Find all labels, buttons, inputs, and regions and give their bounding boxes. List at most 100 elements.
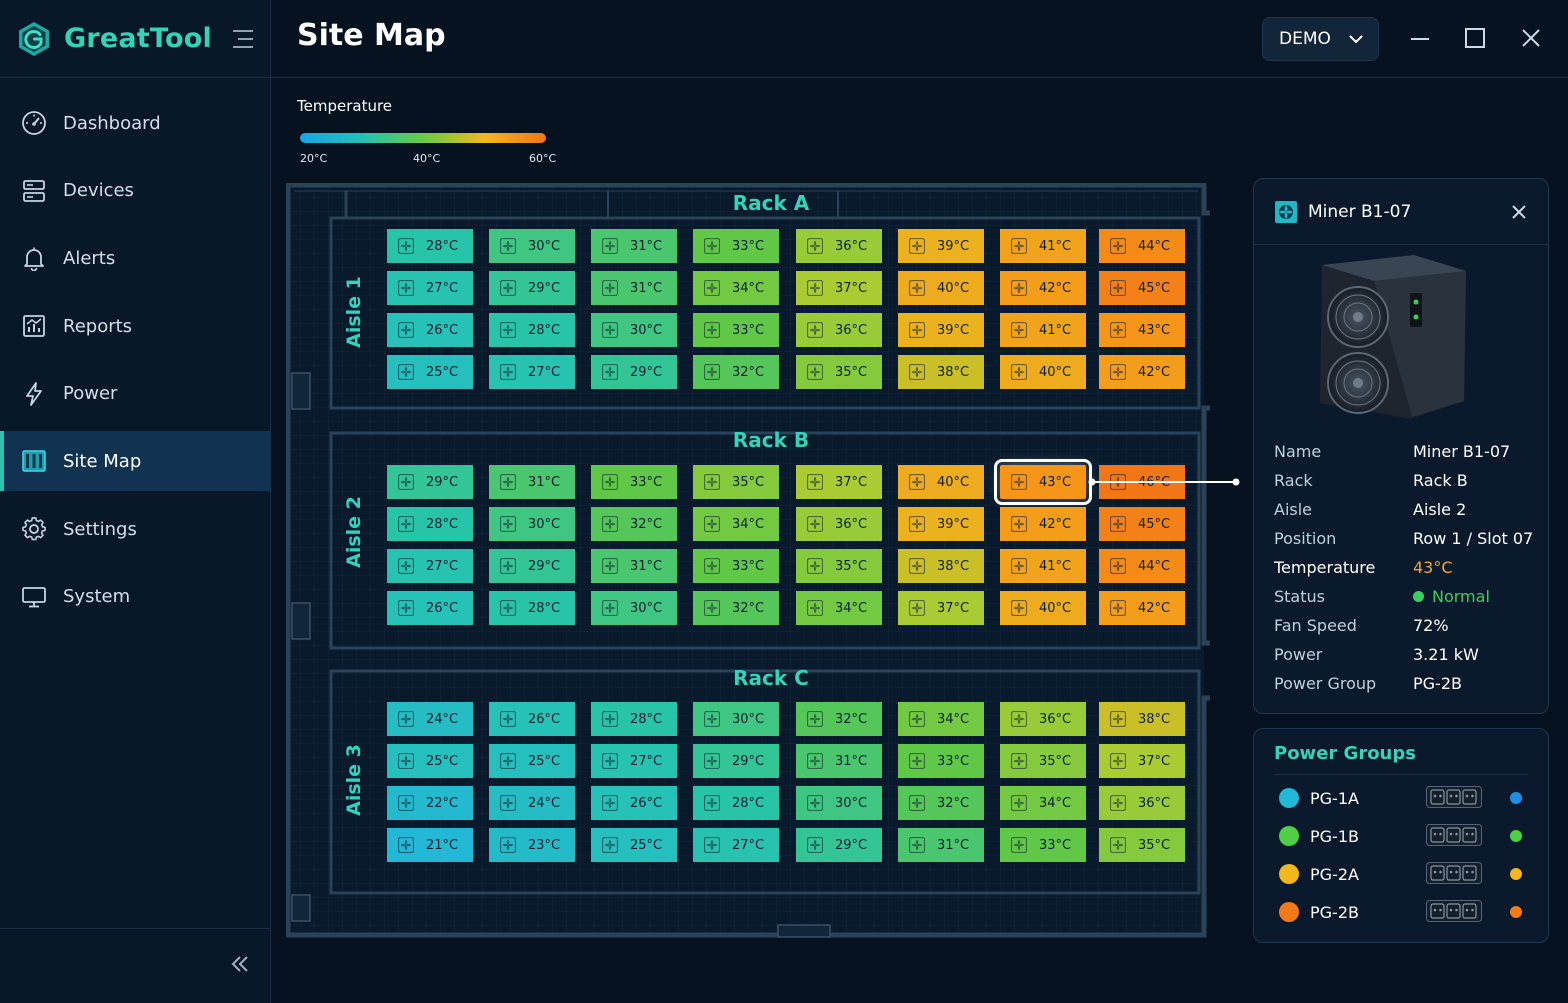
power-group-row[interactable]: PG-2B (1279, 900, 1529, 924)
status-dot-icon (1510, 906, 1522, 918)
power-group-name: PG-1B (1310, 826, 1359, 846)
nav-label: Site Map (63, 450, 142, 472)
detail-row: Temperature 43°C (1274, 558, 1538, 577)
power-strip-icon (1426, 786, 1482, 808)
nav-label: Alerts (63, 247, 116, 269)
group-color-dot (1279, 864, 1299, 884)
detail-row: Power Group PG-2B (1274, 674, 1538, 693)
group-color-dot (1279, 826, 1299, 846)
power-group-row[interactable]: PG-2A (1279, 862, 1529, 886)
page-title: Site Map (297, 18, 446, 53)
panel-title: Miner B1-07 (1308, 201, 1412, 222)
brand-name: GreatTool (64, 23, 212, 54)
nav-label: Devices (63, 180, 134, 202)
detail-value: 72% (1413, 616, 1449, 635)
detail-value: 43°C (1413, 558, 1453, 577)
nav-label: Reports (63, 315, 133, 337)
group-color-dot (1279, 788, 1299, 808)
status-dot-icon (1510, 792, 1522, 804)
detail-key: Rack (1274, 471, 1313, 490)
minimize-icon[interactable] (1408, 26, 1432, 50)
status-dot-icon (1510, 830, 1522, 842)
detail-key: Power Group (1274, 674, 1377, 693)
miner-image (1320, 255, 1466, 419)
close-panel-icon[interactable] (1510, 203, 1528, 221)
nav-item-dashboard[interactable]: Dashboard (0, 93, 271, 153)
legend-tick: 60°C (529, 152, 557, 165)
group-color-dot (1279, 902, 1299, 922)
chart-icon (20, 312, 48, 340)
bell-icon (20, 244, 48, 272)
detail-value: Aisle 2 (1413, 500, 1467, 519)
detail-key: Temperature (1274, 558, 1376, 577)
status-dot-icon (1413, 591, 1424, 602)
detail-key: Power (1274, 645, 1323, 664)
detail-value: Miner B1-07 (1413, 442, 1511, 461)
power-strip-icon (1426, 824, 1482, 846)
nav-label: Power (63, 383, 118, 405)
nav-item-devices[interactable]: Devices (0, 161, 271, 221)
nav-label: Dashboard (63, 112, 161, 134)
detail-key: Fan Speed (1274, 616, 1357, 635)
top-bar: Site Map DEMO (271, 0, 1568, 78)
legend-tick: 20°C (300, 152, 328, 165)
detail-key: Aisle (1274, 500, 1313, 519)
power-group-name: PG-2B (1310, 902, 1359, 922)
detail-row: Aisle Aisle 2 (1274, 500, 1538, 519)
miner-icon (1275, 200, 1297, 223)
power-group-row[interactable]: PG-1B (1279, 824, 1529, 848)
chevron-down-icon (1349, 35, 1363, 44)
detail-row: Rack Rack B (1274, 471, 1538, 490)
legend-title: Temperature (297, 97, 393, 115)
nav-item-settings[interactable]: Settings (0, 499, 271, 559)
power-groups-title: Power Groups (1274, 743, 1416, 764)
detail-value: Row 1 / Slot 07 (1413, 529, 1534, 548)
greattool-logo-icon (19, 21, 49, 56)
detail-value: PG-2B (1413, 674, 1462, 693)
detail-row: Fan Speed 72% (1274, 616, 1538, 635)
nav-item-site-map[interactable]: Site Map (0, 431, 271, 492)
power-group-name: PG-2A (1310, 864, 1359, 884)
miner-detail-panel: Miner B1-07 Name Miner B1-07 Rack Rack B Ais… (1253, 178, 1549, 714)
close-icon[interactable] (1519, 26, 1543, 50)
power-group-name: PG-1A (1310, 788, 1359, 808)
nav-item-power[interactable]: Power (0, 364, 271, 424)
panel-header: Miner B1-07 (1254, 179, 1548, 245)
divider (1274, 774, 1528, 775)
nav-item-reports[interactable]: Reports (0, 296, 271, 356)
detail-row: Power 3.21 kW (1274, 645, 1538, 664)
detail-key: Position (1274, 529, 1337, 548)
detail-key: Status (1274, 587, 1325, 606)
power-group-row[interactable]: PG-1A (1279, 786, 1529, 810)
power-strip-icon (1426, 862, 1482, 884)
site-floor-plan: Rack A Aisle 1 28°C 30°C 31°C 33°C 36°C 39°C 41°… (286, 183, 1240, 939)
detail-row: Name Miner B1-07 (1274, 442, 1538, 461)
nav-item-alerts[interactable]: Alerts (0, 228, 271, 288)
map-icon (20, 447, 48, 475)
sidebar-footer (0, 928, 271, 1003)
nav-label: System (63, 586, 131, 608)
detail-value: Rack B (1413, 471, 1468, 490)
brand: GreatTool (0, 0, 270, 78)
temperature-gradient (300, 133, 546, 143)
menu-toggle-icon[interactable] (231, 28, 255, 50)
nav-menu: Dashboard Devices Alerts Reports Power S… (0, 93, 271, 635)
server-icon (20, 177, 48, 205)
detail-row: Position Row 1 / Slot 07 (1274, 529, 1538, 548)
sidebar: GreatTool Dashboard Devices Alerts Repor… (0, 0, 271, 1003)
nav-label: Settings (63, 518, 137, 540)
status-dot-icon (1510, 868, 1522, 880)
monitor-icon (20, 583, 48, 611)
detail-key: Name (1274, 442, 1322, 461)
site-select[interactable]: DEMO (1262, 17, 1379, 61)
detail-value: Normal (1413, 587, 1490, 606)
bolt-icon (20, 380, 48, 408)
site-select-value: DEMO (1279, 29, 1331, 49)
collapse-sidebar-icon[interactable] (229, 953, 251, 975)
selection-connector (1088, 478, 1240, 486)
legend-tick: 40°C (413, 152, 441, 165)
nav-item-system[interactable]: System (0, 567, 271, 627)
maximize-icon[interactable] (1463, 26, 1487, 50)
power-strip-icon (1426, 900, 1482, 922)
power-groups-panel: Power Groups PG-1A PG-1B PG-2A PG-2B (1253, 728, 1549, 943)
